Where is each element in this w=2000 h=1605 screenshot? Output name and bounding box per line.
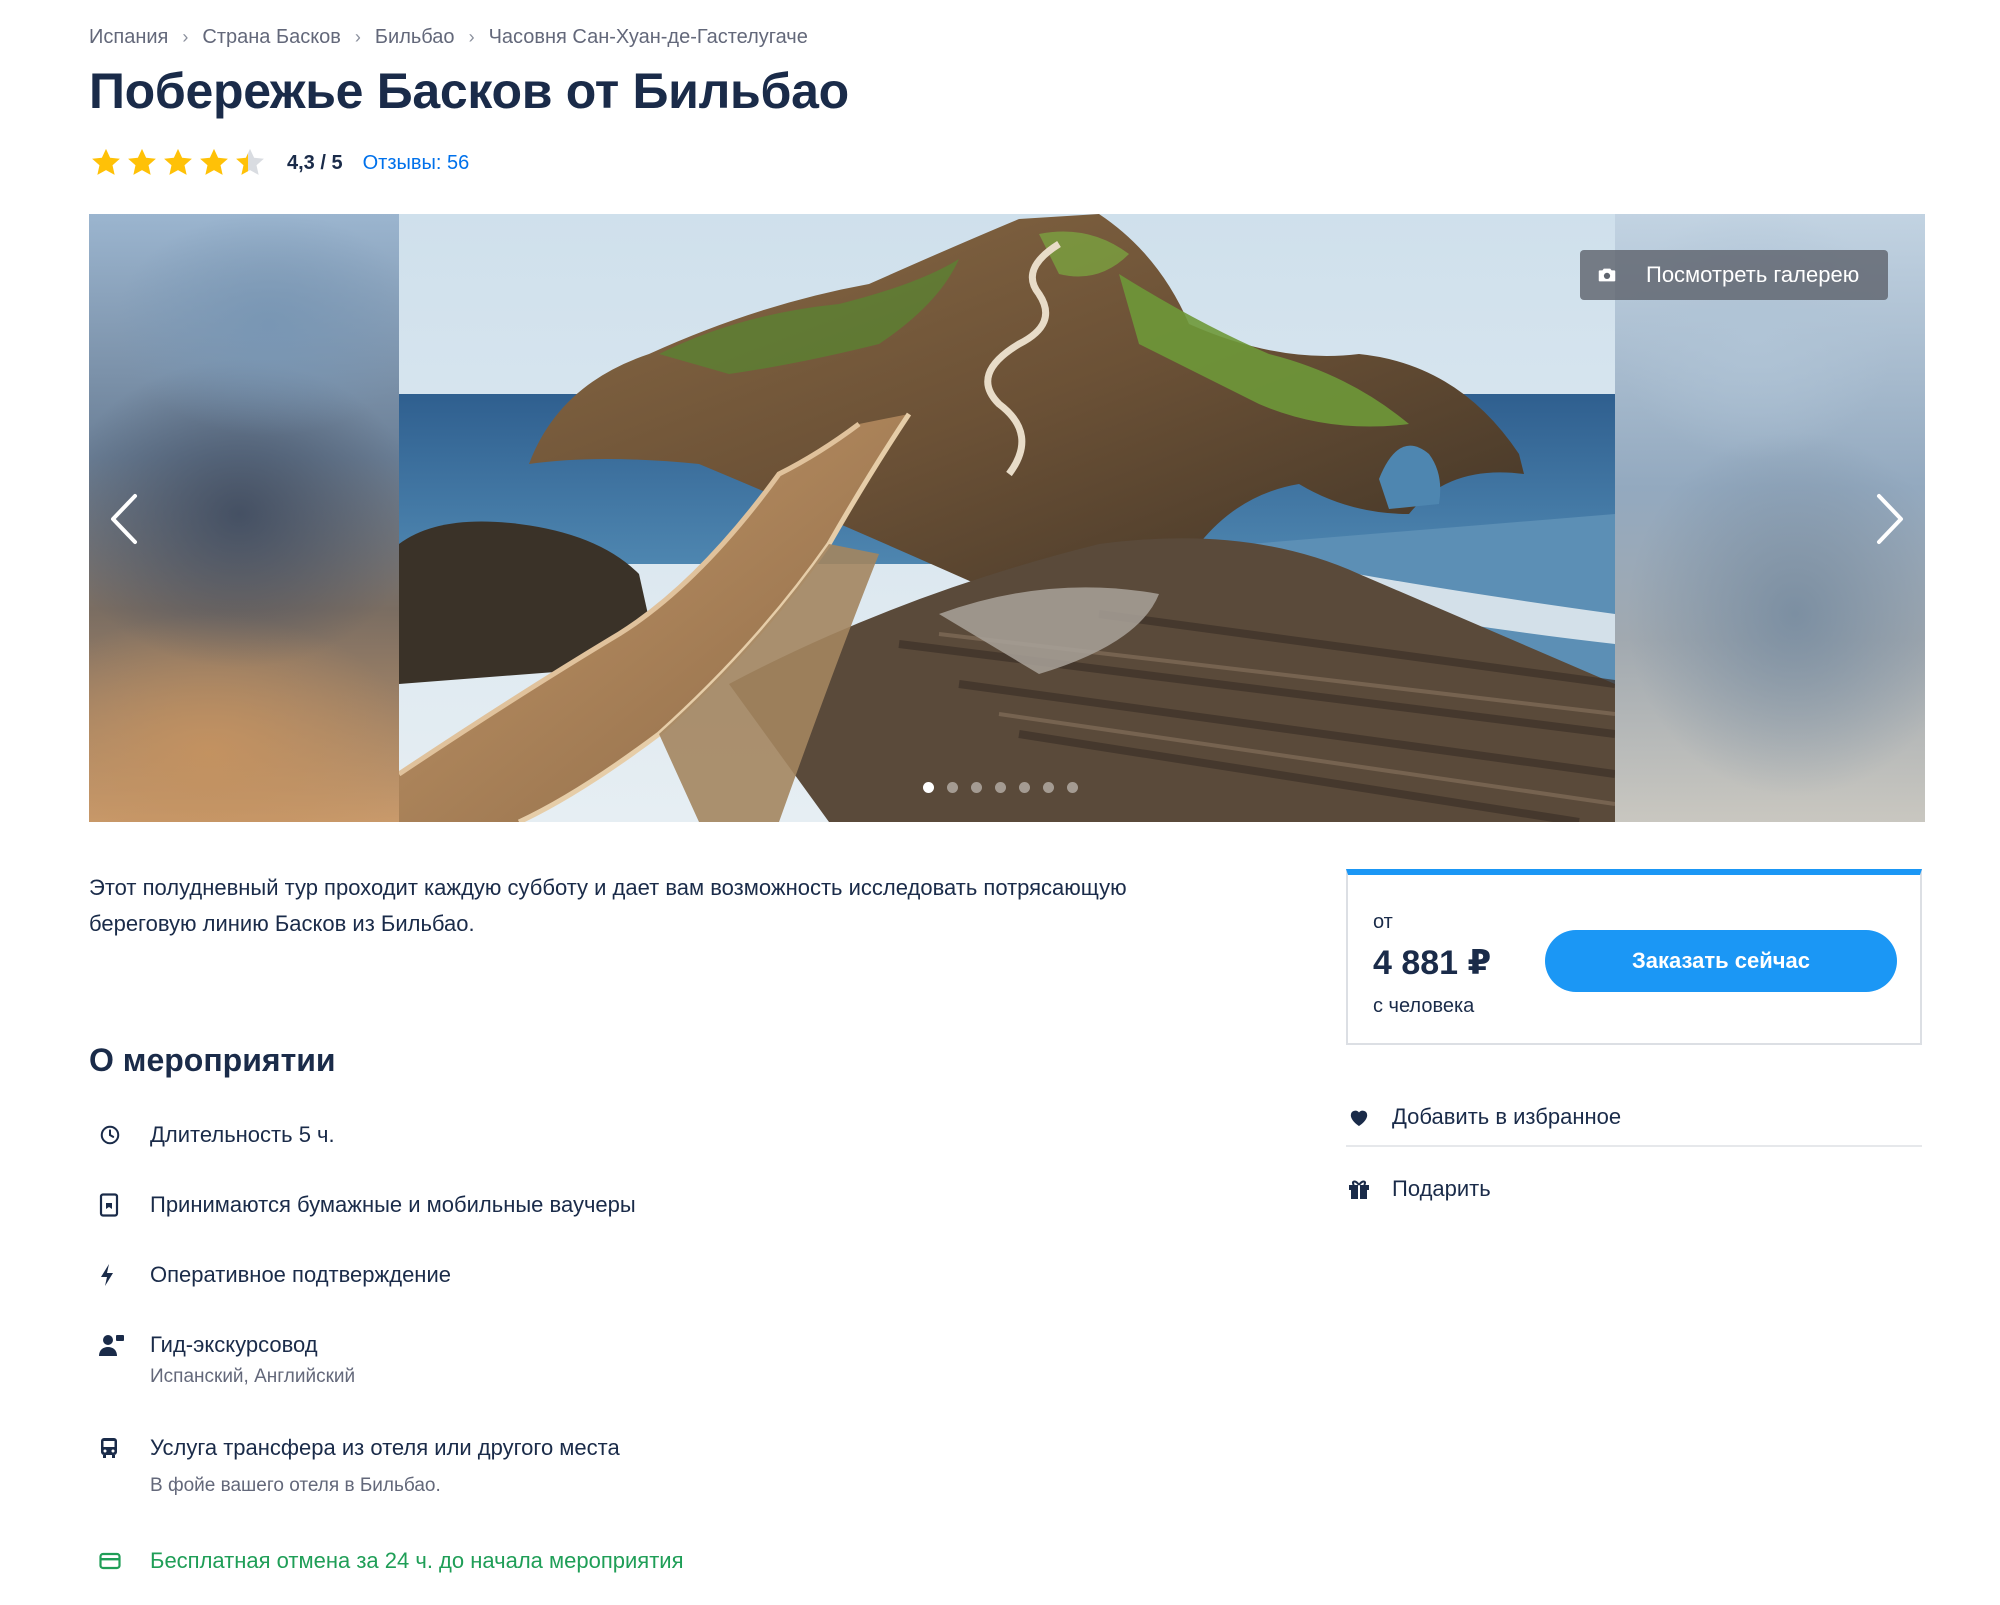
page: Испания › Страна Басков › Бильбао › Часо… — [0, 0, 2000, 1605]
gallery-dot[interactable] — [1067, 782, 1078, 793]
star-full-icon — [128, 148, 156, 175]
feature-confirmation-text: Оперативное подтверждение — [150, 1262, 451, 1287]
breadcrumb-separator: › — [182, 27, 189, 47]
gallery-prev-button[interactable] — [99, 484, 147, 554]
gift-label: Подарить — [1392, 1176, 1491, 1201]
breadcrumb-item-basque-country[interactable]: Страна Басков — [202, 26, 341, 49]
gallery-dot[interactable] — [971, 782, 982, 793]
gallery-dot[interactable] — [995, 782, 1006, 793]
guide-icon — [89, 1330, 133, 1360]
breadcrumb-separator: › — [468, 27, 475, 47]
rating: 4,3 / 5 Отзывы: 56 — [89, 146, 469, 180]
feature-duration: Длительность 5 ч. — [89, 1120, 335, 1150]
feature-transfer-details: В фойе вашего отеля в Бильбао. — [150, 1475, 441, 1496]
gallery-dot[interactable] — [1043, 782, 1054, 793]
rating-stars — [89, 146, 267, 180]
price-from-label: от — [1373, 911, 1393, 933]
clock-icon — [89, 1120, 133, 1150]
gallery-main-photo[interactable] — [399, 214, 1615, 822]
price-per-person: с человека — [1373, 995, 1475, 1017]
gallery-dots — [923, 782, 1078, 793]
feature-free-cancellation-text: Бесплатная отмена за 24 ч. до начала мер… — [150, 1548, 684, 1573]
booking-box: от 4 881 ₽ с человека Заказать сейчас — [1346, 869, 1922, 1045]
page-title: Побережье Басков от Бильбао — [89, 63, 849, 119]
breadcrumb: Испания › Страна Басков › Бильбао › Часо… — [89, 26, 808, 49]
star-full-icon — [92, 148, 120, 175]
feature-guide-languages: Испанский, Английский — [150, 1366, 356, 1387]
tour-description: Этот полудневный тур проходит каждую суб… — [89, 875, 1127, 936]
star-full-icon — [164, 148, 192, 175]
feature-guide-text: Гид-экскурсовод — [150, 1332, 318, 1357]
add-to-favorites-label: Добавить в избранное — [1392, 1104, 1622, 1129]
rating-value: 4,3 / 5 — [287, 151, 343, 174]
feature-transfer-text: Услуга трансфера из отеля или другого ме… — [150, 1435, 620, 1460]
camera-icon — [1598, 268, 1616, 282]
bus-icon — [89, 1433, 133, 1463]
voucher-icon — [89, 1190, 133, 1220]
reviews-link[interactable]: Отзывы: 56 — [363, 152, 470, 175]
chevron-left-icon — [111, 494, 137, 544]
photo-gallery[interactable]: Посмотреть галерею — [89, 214, 1925, 822]
breadcrumb-item-spain[interactable]: Испания — [89, 26, 168, 49]
feature-guide: Гид-экскурсовод Испанский, Английский — [89, 1330, 355, 1388]
price-value: 4 881 ₽ — [1373, 944, 1492, 982]
chevron-right-icon — [1877, 494, 1903, 544]
gallery-dot[interactable] — [1019, 782, 1030, 793]
lightning-icon — [89, 1260, 133, 1290]
feature-transfer: Услуга трансфера из отеля или другого ме… — [89, 1433, 620, 1497]
breadcrumb-item-chapel[interactable]: Часовня Сан-Хуан-де-Гастелугаче — [489, 26, 808, 49]
star-full-icon — [200, 148, 228, 175]
feature-confirmation: Оперативное подтверждение — [89, 1260, 451, 1290]
about-section-title: О мероприятии — [89, 1042, 336, 1078]
feature-vouchers-text: Принимаются бумажные и мобильные ваучеры — [150, 1192, 636, 1217]
feature-duration-text: Длительность 5 ч. — [150, 1122, 335, 1147]
feature-vouchers: Принимаются бумажные и мобильные ваучеры — [89, 1190, 636, 1220]
gift-button[interactable]: Подарить — [1346, 1161, 1922, 1217]
gallery-next-button[interactable] — [1867, 484, 1915, 554]
view-gallery-button[interactable]: Посмотреть галерею — [1580, 250, 1888, 300]
gallery-dot[interactable] — [923, 782, 934, 793]
gallery-dot[interactable] — [947, 782, 958, 793]
view-gallery-label: Посмотреть галерею — [1646, 262, 1860, 287]
add-to-favorites-button[interactable]: Добавить в избранное — [1346, 1089, 1922, 1147]
breadcrumb-separator: › — [354, 27, 361, 47]
book-now-button[interactable]: Заказать сейчас — [1545, 930, 1897, 992]
heart-icon — [1346, 1104, 1372, 1130]
gift-icon — [1346, 1176, 1372, 1202]
card-icon — [89, 1546, 133, 1576]
star-half-icon — [236, 148, 264, 175]
breadcrumb-item-bilbao[interactable]: Бильбао — [375, 26, 455, 49]
feature-free-cancellation: Бесплатная отмена за 24 ч. до начала мер… — [89, 1546, 683, 1576]
